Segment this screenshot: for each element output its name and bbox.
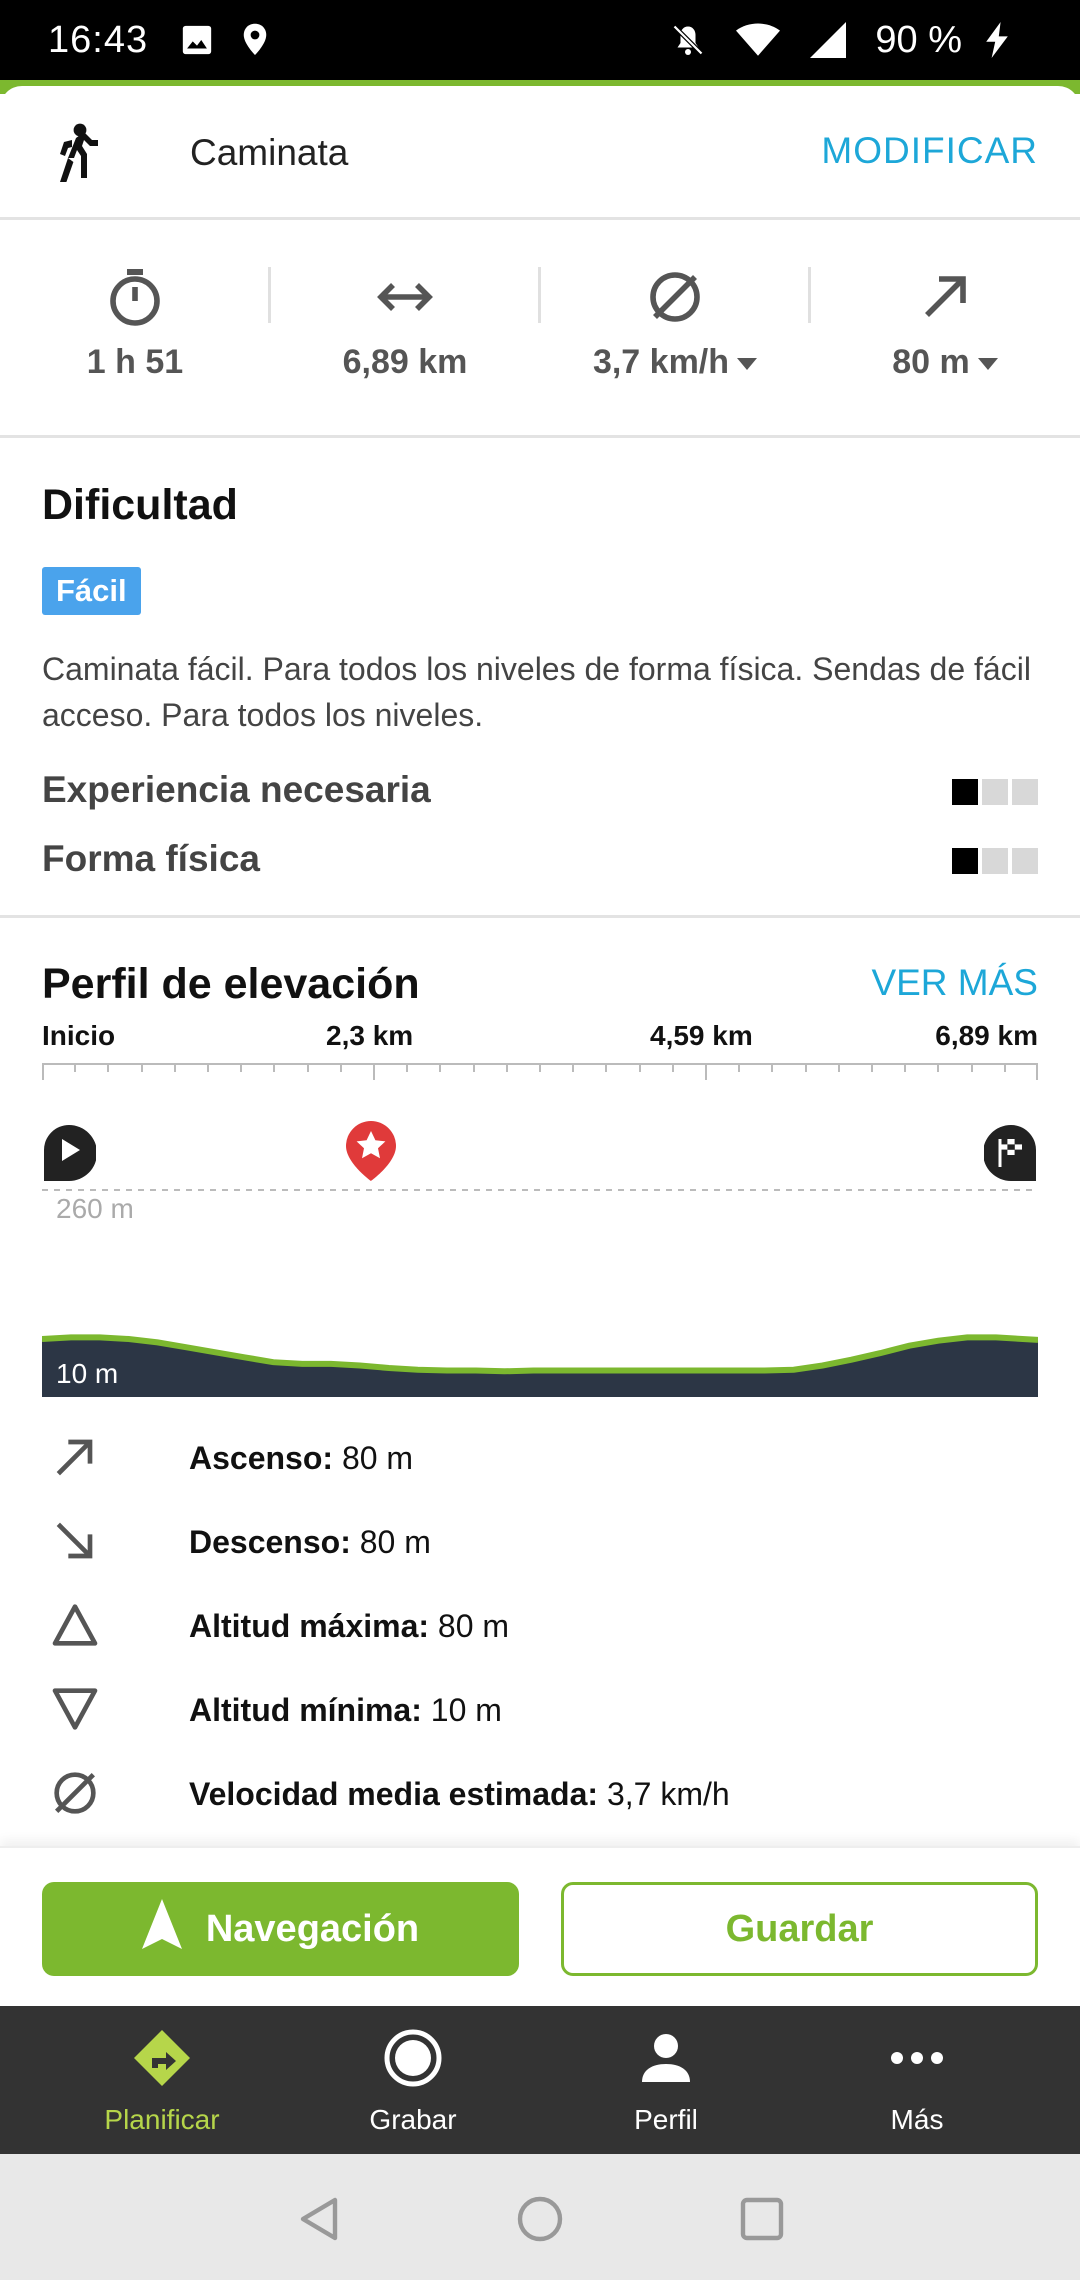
navigation-button-label: Navegación xyxy=(205,1907,420,1950)
stat-speed-value[interactable]: 3,7 km/h xyxy=(540,343,810,382)
detail-average-speed: Velocidad media estimada: 3,7 km/h xyxy=(0,1768,1080,1828)
detail-text: Altitud máxima: 80 m xyxy=(189,1608,510,1644)
difficulty-badge: Fácil xyxy=(42,567,141,615)
navigation-arrow-icon xyxy=(141,1899,182,1959)
detail-text: Velocidad media estimada: 3,7 km/h xyxy=(189,1776,730,1812)
bottom-navigation: Planificar Grabar Perfil Más xyxy=(0,2006,1080,2154)
distance-ruler: Inicio 2,3 km 4,59 km 6,89 km xyxy=(42,1020,1038,1100)
home-icon[interactable] xyxy=(515,2194,565,2244)
nav-item-perfil[interactable]: Perfil xyxy=(539,2006,793,2154)
ruler-label: 4,59 km xyxy=(650,1020,753,1051)
rating-square-empty xyxy=(1012,848,1038,874)
modify-button[interactable]: MODIFICAR xyxy=(821,130,1038,172)
route-stats: 1 h 51 6,89 km 3,7 km/h 80 m xyxy=(0,223,1080,438)
max-altitude-icon xyxy=(50,1600,100,1650)
ruler-label: 2,3 km xyxy=(326,1020,414,1051)
activity-type-label: Caminata xyxy=(190,132,349,173)
stat-duration: 1 h 51 xyxy=(0,223,270,438)
bell-off-icon xyxy=(665,17,711,63)
rating-square-filled xyxy=(952,779,978,805)
section-divider xyxy=(0,915,1080,918)
elevation-chart-svg xyxy=(41,1189,1039,1397)
system-navigation-bar xyxy=(0,2154,1080,2280)
ruler-label-end: 6,89 km xyxy=(935,1020,1038,1051)
action-bar: Navegación Guardar xyxy=(0,1846,1080,2006)
rating-experience: Experiencia necesaria xyxy=(42,769,1038,819)
nav-item-label: Perfil xyxy=(634,2104,698,2135)
stat-distance: 6,89 km xyxy=(270,223,540,438)
difficulty-description: Caminata fácil. Para todos los niveles d… xyxy=(42,651,1031,733)
activity-row: Caminata MODIFICAR xyxy=(0,86,1080,220)
rating-square-filled xyxy=(952,848,978,874)
signal-icon xyxy=(805,17,851,63)
image-icon xyxy=(174,17,220,63)
dropdown-caret-icon xyxy=(977,358,998,371)
nav-item-grabar[interactable]: Grabar xyxy=(286,2006,540,2154)
stat-speed[interactable]: 3,7 km/h xyxy=(540,223,810,438)
average-speed-icon xyxy=(50,1768,100,1818)
nav-item-planificar[interactable]: Planificar xyxy=(35,2006,289,2154)
nav-item-label: Más xyxy=(890,2104,944,2135)
charging-icon xyxy=(974,17,1020,63)
finish-marker-icon[interactable] xyxy=(983,1123,1038,1183)
rating-label: Experiencia necesaria xyxy=(42,769,431,810)
see-more-button[interactable]: VER MÁS xyxy=(871,962,1038,1004)
more-icon xyxy=(887,2028,947,2088)
detail-max-altitude: Altitud máxima: 80 m xyxy=(0,1600,1080,1660)
difficulty-title: Dificultad xyxy=(42,481,238,529)
rating-square-empty xyxy=(982,779,1008,805)
location-icon xyxy=(232,17,278,63)
rating-indicator xyxy=(952,779,1038,805)
dropdown-caret-icon xyxy=(737,358,758,371)
navigation-button[interactable]: Navegación xyxy=(42,1882,519,1976)
rating-indicator xyxy=(952,848,1038,874)
recents-icon[interactable] xyxy=(737,2194,787,2244)
stat-ascent[interactable]: 80 m xyxy=(810,223,1080,438)
nav-item-label: Planificar xyxy=(104,2104,220,2135)
status-time: 16:43 xyxy=(48,18,149,61)
profile-icon xyxy=(636,2028,696,2088)
back-icon[interactable] xyxy=(295,2194,345,2244)
status-bar: 16:43 90 % xyxy=(0,0,1080,80)
hiking-icon xyxy=(46,122,106,188)
rating-square-empty xyxy=(1012,779,1038,805)
ruler-label-start: Inicio xyxy=(42,1020,116,1051)
nav-item-mas[interactable]: Más xyxy=(790,2006,1044,2154)
min-altitude-icon xyxy=(50,1684,100,1734)
route-icon xyxy=(132,2028,192,2088)
battery-percent: 90 % xyxy=(875,18,962,61)
detail-text: Altitud mínima: 10 m xyxy=(189,1692,502,1728)
detail-text: Descenso: 80 m xyxy=(189,1524,431,1560)
rating-label: Forma física xyxy=(42,838,260,879)
stat-ascent-value[interactable]: 80 m xyxy=(810,343,1080,382)
start-marker-icon[interactable] xyxy=(42,1123,97,1183)
ascent-icon xyxy=(915,267,975,327)
stat-distance-value: 6,89 km xyxy=(342,343,468,381)
timer-icon xyxy=(105,267,165,327)
rating-fitness: Forma física xyxy=(42,838,1038,888)
waypoint-star-icon[interactable] xyxy=(344,1119,398,1183)
route-detail-sheet: Caminata MODIFICAR 1 h 51 6,89 km 3,7 km… xyxy=(0,86,1080,1846)
rating-square-empty xyxy=(982,848,1008,874)
distance-icon xyxy=(375,267,435,327)
wifi-icon xyxy=(735,17,781,63)
record-icon xyxy=(383,2028,443,2088)
average-speed-icon xyxy=(645,267,705,327)
ruler-ticks xyxy=(42,1063,1038,1080)
nav-item-label: Grabar xyxy=(369,2104,457,2135)
ascent-icon xyxy=(50,1432,100,1482)
detail-min-altitude: Altitud mínima: 10 m xyxy=(0,1684,1080,1744)
detail-descent: Descenso: 80 m xyxy=(0,1516,1080,1576)
max-elevation-label: 260 m xyxy=(56,1193,134,1224)
detail-text: Ascenso: 80 m xyxy=(189,1440,414,1476)
elevation-title: Perfil de elevación xyxy=(42,960,420,1008)
detail-ascent: Ascenso: 80 m xyxy=(0,1432,1080,1492)
min-elevation-label: 10 m xyxy=(56,1358,119,1389)
save-button[interactable]: Guardar xyxy=(561,1882,1038,1976)
elevation-chart[interactable]: 260 m 10 m xyxy=(41,1105,1039,1405)
descent-icon xyxy=(50,1516,100,1566)
stat-duration-value: 1 h 51 xyxy=(86,343,184,381)
